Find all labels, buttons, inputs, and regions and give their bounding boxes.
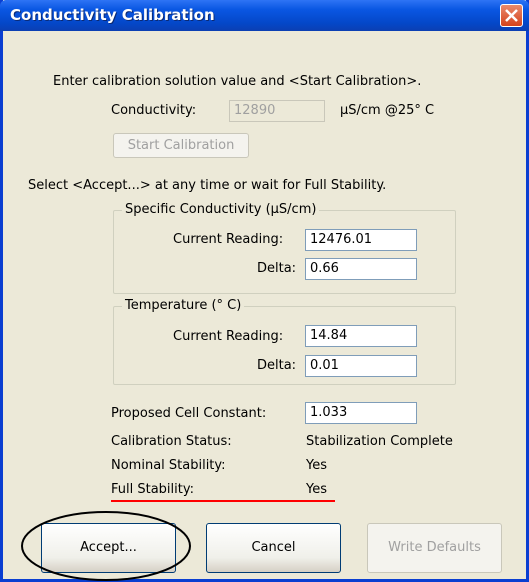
specific-delta-label: Delta: — [257, 261, 297, 276]
calibration-status-label: Calibration Status: — [111, 434, 232, 449]
specific-conductivity-group: Specific Conductivity (µS/cm) — [113, 202, 456, 294]
conductivity-unit: µS/cm @25° C — [340, 103, 435, 118]
specific-conductivity-legend: Specific Conductivity (µS/cm) — [122, 202, 320, 217]
close-button[interactable] — [500, 4, 523, 27]
temperature-reading-field[interactable]: 14.84 — [305, 325, 417, 347]
specific-reading-label: Current Reading: — [173, 232, 284, 247]
title-bar[interactable]: Conductivity Calibration — [0, 0, 529, 31]
specific-delta-field[interactable]: 0.66 — [305, 258, 417, 280]
full-stability-label: Full Stability: — [111, 482, 194, 497]
temperature-delta-label: Delta: — [257, 358, 297, 373]
annotation-circle — [21, 511, 191, 581]
start-calibration-button[interactable]: Start Calibration — [113, 133, 249, 158]
temperature-reading-label: Current Reading: — [173, 329, 284, 344]
full-stability-underline — [111, 500, 335, 502]
cancel-label: Cancel — [251, 540, 296, 555]
conductivity-label: Conductivity: — [111, 103, 197, 118]
calibration-status-value: Stabilization Complete — [306, 434, 453, 449]
calibration-dialog: Conductivity Calibration Enter calibrati… — [0, 0, 529, 582]
start-calibration-label: Start Calibration — [127, 138, 235, 153]
full-stability-value: Yes — [306, 482, 327, 497]
temperature-legend: Temperature (° C) — [122, 298, 245, 313]
instruction-line-1: Enter calibration solution value and <St… — [53, 74, 422, 89]
cell-constant-label: Proposed Cell Constant: — [111, 406, 267, 421]
write-defaults-label: Write Defaults — [388, 540, 481, 555]
window-title: Conductivity Calibration — [10, 6, 215, 24]
temperature-delta-field[interactable]: 0.01 — [305, 355, 417, 377]
nominal-stability-value: Yes — [306, 458, 327, 473]
close-icon — [505, 9, 518, 22]
nominal-stability-label: Nominal Stability: — [111, 458, 226, 473]
cancel-button[interactable]: Cancel — [206, 523, 341, 573]
cell-constant-field[interactable]: 1.033 — [305, 402, 417, 424]
specific-reading-field[interactable]: 12476.01 — [305, 229, 417, 251]
conductivity-input[interactable]: 12890 — [229, 100, 325, 122]
instruction-line-2: Select <Accept...> at any time or wait f… — [28, 178, 387, 193]
write-defaults-button[interactable]: Write Defaults — [367, 523, 502, 573]
